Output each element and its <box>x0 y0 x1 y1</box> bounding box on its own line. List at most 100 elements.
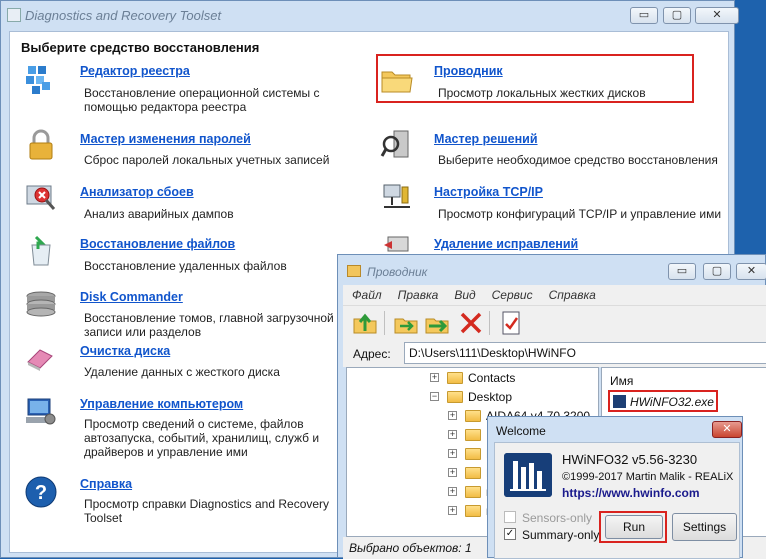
help-link[interactable]: Справка <box>80 477 132 491</box>
crash-analyzer-icon <box>26 185 56 210</box>
folder-icon <box>465 448 481 460</box>
address-bar: Адрес: D:\Users\111\Desktop\HWiNFO <box>343 339 766 367</box>
help-icon: ? <box>25 476 57 508</box>
file-name: HWiNFO32.exe <box>630 395 714 409</box>
explorer-toolbar <box>343 305 766 339</box>
crash-analyzer-desc: Анализ аварийных дампов <box>84 207 234 221</box>
registry-icon <box>26 66 50 94</box>
exe-file-icon <box>613 395 626 408</box>
copy-icon[interactable] <box>392 309 420 337</box>
solution-wizard-link[interactable]: Мастер решений <box>434 132 538 146</box>
solution-wizard-icon <box>380 130 409 158</box>
explorer-link[interactable]: Проводник <box>434 64 503 78</box>
explorer-minimize-button[interactable]: ▭ <box>668 263 696 280</box>
tree-expander[interactable]: + <box>448 487 457 496</box>
disk-stack-icon <box>26 291 56 317</box>
folder-icon <box>465 505 481 517</box>
copyright: ©1999-2017 Martin Malik - REALiX <box>562 471 734 483</box>
explorer-window-title: Проводник <box>367 265 428 279</box>
column-header-name[interactable]: Имя <box>610 374 633 388</box>
tree-item[interactable]: + Contacts <box>347 370 598 388</box>
hotfix-uninstall-link[interactable]: Удаление исправлений <box>434 237 578 251</box>
sensors-only-checkbox[interactable] <box>504 511 516 523</box>
dialog-close-button[interactable]: ✕ <box>712 421 742 438</box>
disk-commander-link[interactable]: Disk Commander <box>80 290 183 304</box>
folder-icon <box>465 410 481 422</box>
sensors-only-label: Sensors-only <box>522 511 593 525</box>
summary-only-label: Summary-only <box>522 528 600 542</box>
explorer-app-icon <box>347 265 361 277</box>
help-desc: Просмотр справки Diagnostics and Recover… <box>84 497 330 525</box>
network-icon <box>383 184 410 208</box>
password-wizard-desc: Сброс паролей локальных учетных записей <box>84 153 330 167</box>
hwinfo-logo-icon <box>504 453 552 497</box>
settings-button[interactable]: Settings <box>672 513 737 541</box>
address-label: Адрес: <box>353 347 391 361</box>
tree-label: Desktop <box>468 390 513 404</box>
computer-management-desc: Просмотр сведений о системе, файлов авто… <box>84 417 320 459</box>
tree-expander[interactable]: + <box>448 411 457 420</box>
menu-help[interactable]: Справка <box>540 285 603 302</box>
explorer-desc: Просмотр локальных жестких дисков <box>438 86 646 100</box>
folder-icon <box>465 429 481 441</box>
main-window-title: Diagnostics and Recovery Toolset <box>25 8 222 23</box>
tree-expander[interactable]: + <box>430 373 439 382</box>
explorer-menubar: Файл Правка Вид Сервис Справка <box>343 285 766 305</box>
crash-analyzer-link[interactable]: Анализатор сбоев <box>80 185 194 199</box>
tree-item[interactable]: − Desktop <box>347 389 598 407</box>
file-restore-link[interactable]: Восстановление файлов <box>80 237 235 251</box>
tree-expander[interactable]: + <box>448 449 457 458</box>
folder-icon <box>447 372 463 384</box>
computer-management-link[interactable]: Управление компьютером <box>80 397 243 411</box>
website-link[interactable]: https://www.hwinfo.com <box>562 486 700 500</box>
welcome-dialog: Welcome ✕ HWiNFO32 v5.56-3230 ©1999-2017… <box>487 416 743 559</box>
address-input[interactable]: D:\Users\111\Desktop\HWiNFO <box>404 342 766 364</box>
tree-label: Contacts <box>468 371 516 385</box>
dialog-body: HWiNFO32 v5.56-3230 ©1999-2017 Martin Ma… <box>494 442 740 559</box>
app-version: HWiNFO32 v5.56-3230 <box>562 452 698 467</box>
close-button[interactable]: ✕ <box>695 7 739 24</box>
dialog-title: Welcome <box>496 424 546 438</box>
explorer-close-button[interactable]: ✕ <box>736 263 766 280</box>
disk-commander-desc: Восстановление томов, главной загрузочно… <box>84 311 334 339</box>
folder-icon <box>465 467 481 479</box>
menu-tools[interactable]: Сервис <box>483 285 540 302</box>
delete-icon[interactable] <box>457 309 485 337</box>
registry-editor-desc: Восстановление операционной системы с по… <box>84 86 320 114</box>
lock-icon <box>29 129 53 160</box>
registry-editor-link[interactable]: Редактор реестра <box>80 64 190 78</box>
toolbar-separator <box>489 311 490 335</box>
minimize-button[interactable]: ▭ <box>630 7 658 24</box>
svg-text:?: ? <box>35 482 47 504</box>
menu-edit[interactable]: Правка <box>389 285 446 302</box>
tree-expander[interactable]: − <box>430 392 439 401</box>
eraser-icon <box>27 349 53 371</box>
tcpip-link[interactable]: Настройка TCP/IP <box>434 185 543 199</box>
file-item-hwinfo32[interactable]: HWiNFO32.exe <box>608 390 718 412</box>
disk-wipe-desc: Удаление данных с жесткого диска <box>84 365 280 379</box>
move-icon[interactable] <box>423 309 451 337</box>
page-title: Выберите средство восстановления <box>21 40 260 55</box>
tree-expander[interactable]: + <box>448 430 457 439</box>
run-button[interactable]: Run <box>605 515 663 539</box>
app-icon <box>7 8 21 22</box>
summary-only-checkbox[interactable]: ✓ <box>504 528 516 540</box>
tree-expander[interactable]: + <box>448 506 457 515</box>
properties-icon[interactable] <box>497 309 525 337</box>
explorer-titlebar[interactable]: Проводник ▭ ▢ ✕ <box>338 255 766 285</box>
tcpip-desc: Просмотр конфигураций TCP/IP и управлени… <box>438 207 722 221</box>
main-titlebar[interactable]: Diagnostics and Recovery Toolset ▭ ▢ ✕ <box>1 1 739 31</box>
file-restore-desc: Восстановление удаленных файлов <box>84 259 287 273</box>
recycle-bin-icon <box>31 235 51 266</box>
tree-expander[interactable]: + <box>448 468 457 477</box>
menu-view[interactable]: Вид <box>445 285 482 302</box>
maximize-button[interactable]: ▢ <box>663 7 691 24</box>
solution-wizard-desc: Выберите необходимое средство восстановл… <box>438 153 718 167</box>
explorer-maximize-button[interactable]: ▢ <box>703 263 731 280</box>
disk-wipe-link[interactable]: Очистка диска <box>80 344 170 358</box>
menu-file[interactable]: Файл <box>343 285 389 302</box>
folder-icon <box>447 391 463 403</box>
folder-icon <box>465 486 481 498</box>
up-folder-icon[interactable] <box>351 309 379 337</box>
password-wizard-link[interactable]: Мастер изменения паролей <box>80 132 251 146</box>
